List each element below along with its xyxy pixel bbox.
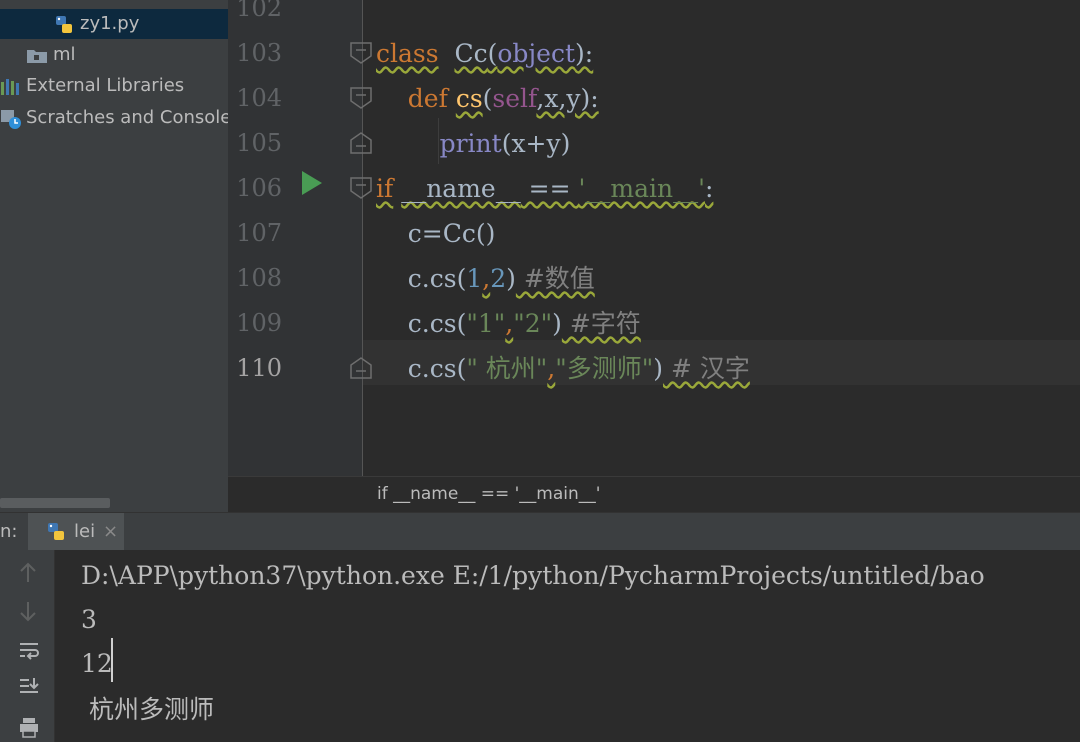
line-number: 103 bbox=[236, 39, 282, 67]
close-icon[interactable]: × bbox=[103, 521, 118, 542]
number: 2 bbox=[490, 264, 507, 293]
string: "多测师" bbox=[555, 354, 654, 383]
paren: ( bbox=[482, 84, 493, 113]
tree-item-ml[interactable]: ml bbox=[0, 40, 228, 70]
dunder-name: __name__ bbox=[401, 174, 521, 203]
paren: ): bbox=[575, 39, 594, 68]
code-line-108: c.cs(1,2) #数值 bbox=[376, 256, 595, 301]
number: 1 bbox=[466, 264, 483, 293]
gutter-separator bbox=[362, 0, 363, 476]
function-name: cs bbox=[455, 84, 483, 113]
line-number: 106 bbox=[236, 174, 282, 202]
libraries-icon bbox=[1, 79, 19, 95]
code-text: ) bbox=[506, 264, 516, 293]
text-caret bbox=[111, 638, 113, 682]
run-icon[interactable] bbox=[301, 170, 323, 196]
console-line: 杭州多测师 bbox=[81, 695, 214, 724]
args: (x+y) bbox=[501, 129, 571, 158]
folder-icon bbox=[27, 50, 47, 63]
keyword: class bbox=[376, 39, 439, 68]
fold-end-icon[interactable] bbox=[350, 357, 372, 379]
line-number: 109 bbox=[236, 309, 282, 337]
code-line-105: print(x+y) bbox=[376, 121, 571, 166]
code-line-107: c=Cc() bbox=[376, 211, 496, 256]
line-number: 107 bbox=[236, 219, 282, 247]
line-number: 105 bbox=[236, 129, 282, 157]
scratches-icon bbox=[1, 110, 21, 129]
code-text: c.cs( bbox=[407, 309, 467, 338]
string: '__main__' bbox=[578, 174, 705, 203]
code-text: c.cs( bbox=[407, 354, 467, 383]
line-number: 108 bbox=[236, 264, 282, 292]
tree-item-label: ml bbox=[53, 44, 76, 65]
fold-end-icon[interactable] bbox=[350, 132, 372, 154]
tree-item-clipped bbox=[48, 0, 88, 2]
comment: #数值 bbox=[515, 264, 595, 293]
python-file-icon bbox=[56, 16, 72, 33]
project-tree: zy1.py ml External Libraries Scratches a… bbox=[0, 0, 228, 512]
class-name: Cc bbox=[454, 39, 488, 68]
breadcrumb-item[interactable]: if __name__ == '__main__' bbox=[377, 484, 600, 504]
code-text: ) bbox=[552, 309, 562, 338]
code-line-103: class Cc(object): bbox=[376, 31, 593, 76]
keyword: def bbox=[407, 84, 448, 113]
operator: == bbox=[520, 174, 579, 203]
print-icon[interactable] bbox=[18, 716, 40, 738]
tree-item-label: Scratches and Consoles bbox=[26, 107, 228, 128]
tree-item-scratches[interactable]: Scratches and Consoles bbox=[0, 103, 228, 133]
paren: ( bbox=[487, 39, 498, 68]
tree-item-external-libraries[interactable]: External Libraries bbox=[0, 71, 228, 101]
fold-start-icon[interactable] bbox=[350, 87, 372, 109]
string: "2" bbox=[513, 309, 553, 338]
run-label: n: bbox=[0, 521, 18, 542]
self-param: self bbox=[492, 84, 537, 113]
params: ,x,y): bbox=[536, 84, 599, 113]
console-line: 12 bbox=[81, 649, 113, 678]
string: "1" bbox=[466, 309, 506, 338]
soft-wrap-icon[interactable] bbox=[18, 640, 40, 662]
arrow-up-icon[interactable] bbox=[18, 562, 38, 584]
run-toolbar bbox=[0, 550, 55, 742]
tree-scrollbar[interactable] bbox=[0, 498, 110, 508]
run-panel-header: n: lei × bbox=[0, 512, 1080, 551]
code-editor[interactable]: 102 103 104 105 106 107 108 109 110 clas… bbox=[228, 0, 1080, 476]
tree-item-zy1[interactable]: zy1.py bbox=[0, 9, 228, 39]
line-number-current: 110 bbox=[236, 354, 282, 382]
code-text: c.cs( bbox=[407, 264, 467, 293]
keyword: if bbox=[376, 174, 394, 203]
breadcrumb: if __name__ == '__main__' bbox=[228, 476, 1080, 513]
fold-start-icon[interactable] bbox=[350, 177, 372, 199]
colon: : bbox=[704, 174, 714, 203]
tab-label: lei bbox=[74, 521, 96, 542]
comma: , bbox=[505, 309, 514, 338]
console-line: 3 bbox=[81, 605, 97, 634]
line-number: 102 bbox=[236, 0, 282, 22]
scroll-to-end-icon[interactable] bbox=[18, 676, 40, 698]
run-console[interactable]: D:\APP\python37\python.exe E:/1/python/P… bbox=[55, 550, 1080, 742]
comment: # 汉字 bbox=[663, 354, 750, 383]
comma: , bbox=[482, 264, 491, 293]
console-line: D:\APP\python37\python.exe E:/1/python/P… bbox=[81, 561, 985, 590]
python-icon bbox=[48, 523, 64, 540]
arrow-down-icon[interactable] bbox=[18, 600, 38, 622]
code-text: ) bbox=[653, 354, 664, 383]
code-text: c=Cc() bbox=[407, 219, 496, 248]
code-line-110: c.cs(" 杭州","多测师") # 汉字 bbox=[376, 346, 750, 391]
code-line-106: if __name__ == '__main__': bbox=[376, 166, 713, 211]
tree-item-label: zy1.py bbox=[80, 13, 140, 34]
code-line-104: def cs(self,x,y): bbox=[376, 76, 599, 121]
run-tab-lei[interactable]: lei × bbox=[28, 513, 124, 551]
builtin: print bbox=[439, 129, 502, 158]
fold-start-icon[interactable] bbox=[350, 42, 372, 64]
code-line-109: c.cs("1","2") #字符 bbox=[376, 301, 641, 346]
line-number: 104 bbox=[236, 84, 282, 112]
string: " 杭州" bbox=[466, 354, 548, 383]
builtin: object bbox=[497, 39, 576, 68]
tree-item-label: External Libraries bbox=[26, 75, 185, 96]
comment: #字符 bbox=[561, 309, 641, 338]
